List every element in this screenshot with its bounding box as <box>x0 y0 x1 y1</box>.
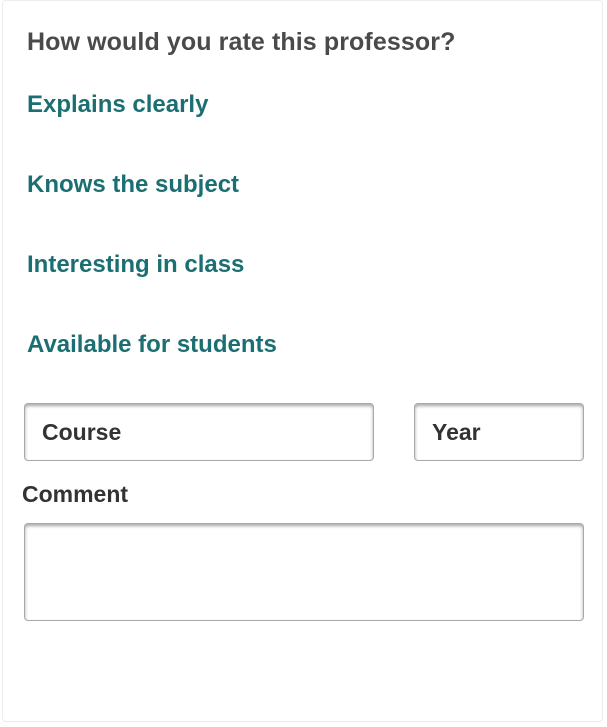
criterion-interesting-in-class[interactable]: Interesting in class <box>27 249 277 329</box>
comment-textarea[interactable] <box>24 523 584 621</box>
criterion-explains-clearly[interactable]: Explains clearly <box>27 89 277 169</box>
rating-question: How would you rate this professor? <box>27 28 456 56</box>
criterion-available-for-students[interactable]: Available for students <box>27 329 277 409</box>
comment-label: Comment <box>22 481 129 507</box>
rating-criteria-list: Explains clearly Knows the subject Inter… <box>27 89 277 409</box>
year-input[interactable] <box>414 403 584 461</box>
criterion-knows-the-subject[interactable]: Knows the subject <box>27 169 277 249</box>
course-input[interactable] <box>24 403 374 461</box>
